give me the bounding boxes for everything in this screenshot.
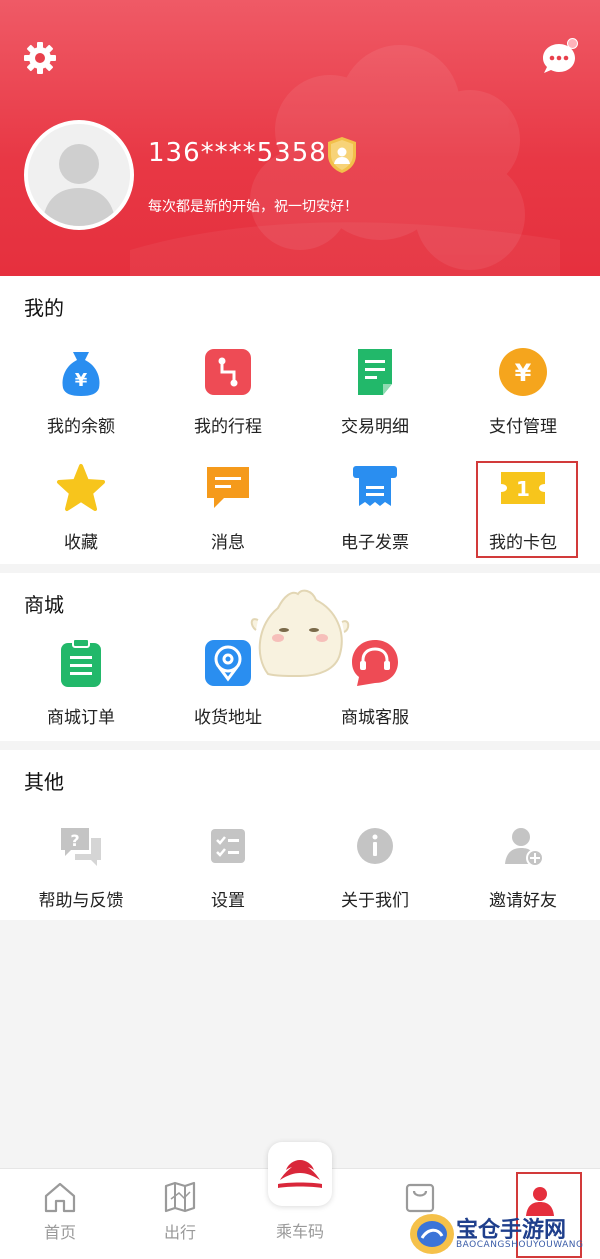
grid-label: 商城客服 [341, 708, 409, 728]
ride-code-label: 乘车码 [275, 1222, 324, 1241]
grid-label: 设置 [211, 891, 245, 911]
star-icon [57, 464, 105, 511]
grid-item-help-feedback[interactable]: ? 帮助与反馈 [6, 820, 156, 911]
tab-home[interactable]: 首页 [0, 1169, 120, 1259]
svg-text:?: ? [70, 831, 79, 850]
grid-item-payment[interactable]: ¥ 支付管理 [448, 346, 598, 437]
svg-text:¥: ¥ [515, 359, 532, 387]
tab-label: 出行 [163, 1223, 196, 1242]
tab-travel[interactable]: 出行 [120, 1169, 240, 1259]
receipt-icon [358, 349, 392, 395]
headset-icon [352, 640, 398, 686]
shield-badge-icon[interactable] [325, 135, 359, 175]
money-bag-icon: ¥ [62, 352, 100, 396]
help-feedback-icon: ? [61, 828, 101, 866]
watermark-subtitle: BAOCANGSHOUYOUWANG [456, 1240, 584, 1250]
info-icon [357, 828, 393, 864]
grid-label: 消息 [211, 533, 245, 553]
grid-item-invoice[interactable]: 电子发票 [300, 462, 450, 553]
grid-item-mall-orders[interactable]: 商城订单 [6, 637, 156, 728]
section-title-mine: 我的 [24, 296, 64, 320]
grid-item-messages[interactable]: 消息 [153, 462, 303, 553]
mascot-sticker [250, 589, 350, 678]
grid-label: 收藏 [64, 533, 98, 553]
settings-checklist-icon [211, 829, 245, 863]
tab-label: 首页 [43, 1223, 76, 1242]
grid-item-favorites[interactable]: 收藏 [6, 462, 156, 553]
grid-item-about[interactable]: 关于我们 [300, 820, 450, 911]
grid-item-trips[interactable]: 我的行程 [153, 346, 303, 437]
ride-code-button[interactable] [268, 1142, 332, 1206]
section-title-mall: 商城 [24, 593, 64, 617]
profile-header: 136****5358 每次都是新的开始，祝一切安好！ [0, 0, 600, 290]
gear-icon[interactable] [22, 40, 58, 76]
section-title-other: 其他 [24, 770, 64, 794]
home-icon [44, 1182, 76, 1213]
route-icon [205, 349, 251, 395]
default-avatar-icon [28, 124, 130, 226]
grid-label: 我的余额 [47, 417, 115, 437]
clipboard-icon [61, 638, 101, 687]
grid-label: 帮助与反馈 [38, 891, 124, 911]
grid-label: 关于我们 [341, 891, 409, 911]
section-other: 其他 ? 帮助与反馈 设置 关于我们 邀请好友 [0, 750, 600, 920]
notification-dot [567, 38, 578, 49]
grid-label: 电子发票 [341, 533, 409, 553]
highlight-box-card-wallet [476, 461, 578, 558]
phone-number: 136****5358 [148, 138, 327, 168]
grid-label: 收货地址 [194, 708, 262, 728]
yuan-coin-icon: ¥ [499, 348, 547, 396]
message-icon [207, 467, 249, 508]
grid-item-settings[interactable]: 设置 [153, 820, 303, 911]
grid-label: 支付管理 [489, 417, 557, 437]
invoice-printer-icon [353, 466, 397, 506]
grid-label: 邀请好友 [489, 891, 557, 911]
ride-code-logo-icon [278, 1160, 322, 1188]
grid-item-invite[interactable]: 邀请好友 [448, 820, 598, 911]
map-icon [164, 1181, 196, 1213]
grid-label: 我的行程 [194, 417, 262, 437]
grid-item-balance[interactable]: ¥ 我的余额 [6, 346, 156, 437]
grid-item-transactions[interactable]: 交易明细 [300, 346, 450, 437]
grid-label: 交易明细 [341, 417, 409, 437]
invite-user-icon [505, 828, 544, 867]
motto-text: 每次都是新的开始，祝一切安好！ [148, 199, 358, 215]
grid-label: 商城订单 [47, 708, 115, 728]
svg-text:¥: ¥ [75, 370, 88, 391]
location-icon [205, 640, 251, 686]
avatar[interactable] [24, 120, 134, 230]
